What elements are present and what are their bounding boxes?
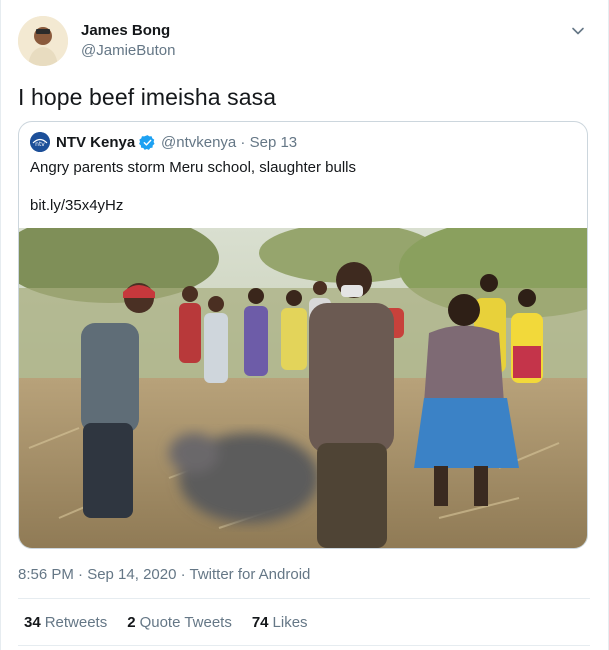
retweets-stat[interactable]: 34 Retweets — [24, 614, 107, 631]
tweet-timestamp[interactable]: 8:56 PM · Sep 14, 2020 · Twitter for And… — [18, 566, 310, 583]
tweet-stats: 34 Retweets 2 Quote Tweets 74 Likes — [24, 614, 308, 631]
avatar[interactable] — [18, 16, 68, 66]
avatar-image — [18, 16, 68, 66]
stat-label: Quote Tweets — [139, 614, 232, 631]
tweet-detail: James Bong @JamieButon I hope beef imeis… — [0, 0, 609, 650]
user-handle[interactable]: @JamieButon — [81, 42, 175, 59]
quoted-meta: @ntvkenya · Sep 13 — [161, 134, 298, 151]
quoted-display-name[interactable]: NTV Kenya — [56, 134, 135, 151]
photo-image — [19, 228, 587, 548]
divider — [18, 598, 590, 599]
stat-count: 34 — [24, 614, 41, 631]
quote-tweets-stat[interactable]: 2 Quote Tweets — [127, 614, 232, 631]
tweet-text: I hope beef imeisha sasa — [18, 84, 277, 110]
quoted-photo[interactable] — [19, 228, 587, 548]
verified-badge-icon — [139, 135, 155, 150]
stat-count: 2 — [127, 614, 136, 631]
quoted-avatar[interactable]: ntv — [30, 132, 50, 152]
ntv-logo-text: ntv — [35, 141, 45, 148]
quoted-tweet-card[interactable]: ntv NTV Kenya @ntvkenya · Sep 13 Angry p… — [18, 121, 588, 549]
quoted-link[interactable]: bit.ly/35x4yHz — [30, 197, 123, 214]
stat-label: Retweets — [44, 614, 108, 631]
more-options-button[interactable] — [567, 20, 589, 42]
ntv-logo-icon: ntv — [30, 132, 50, 152]
stat-label: Likes — [272, 614, 308, 631]
stat-count: 74 — [251, 614, 269, 631]
quoted-text: Angry parents storm Meru school, slaught… — [30, 159, 356, 176]
divider — [18, 645, 590, 646]
likes-stat[interactable]: 74 Likes — [252, 614, 308, 631]
display-name[interactable]: James Bong — [81, 22, 170, 39]
chevron-down-icon — [572, 27, 584, 35]
